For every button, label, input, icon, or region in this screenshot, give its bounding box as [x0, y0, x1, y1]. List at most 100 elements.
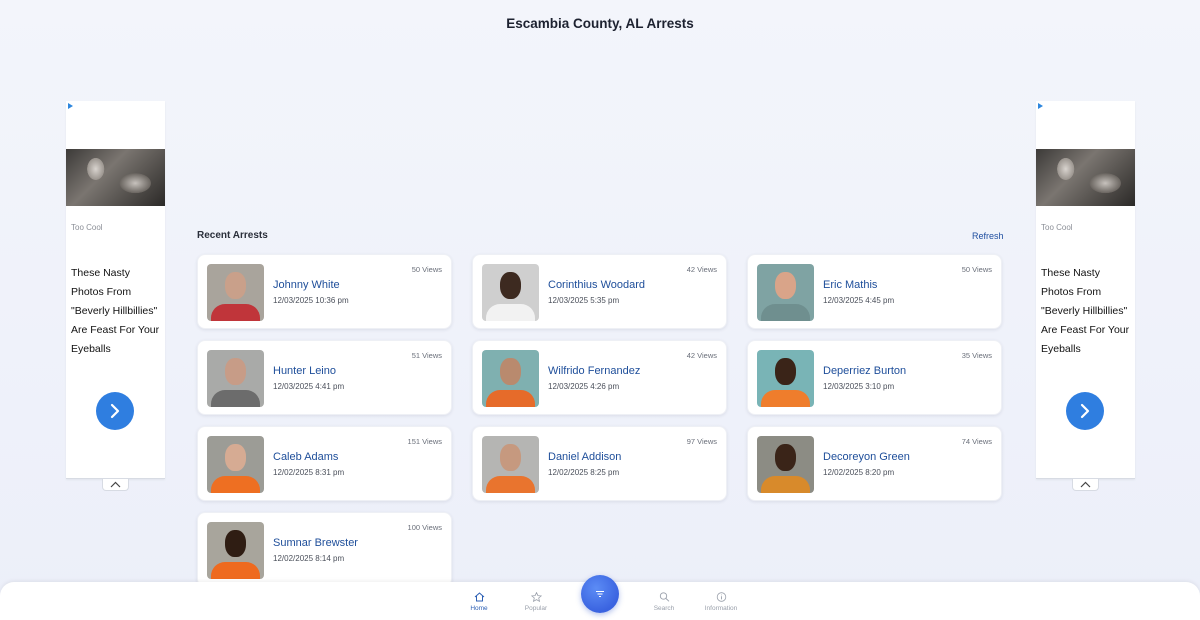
- nav-home[interactable]: Home: [449, 592, 509, 612]
- view-count: 42 Views: [686, 351, 717, 360]
- mugshot-shirt: [211, 390, 260, 407]
- nav-information-label: Information: [704, 605, 738, 612]
- mugshot-shirt: [211, 476, 260, 493]
- mugshot-face: [225, 272, 246, 299]
- arrest-date: 12/03/2025 4:41 pm: [273, 382, 345, 391]
- mugshot-face: [500, 358, 521, 385]
- chevron-right-icon: [1080, 403, 1090, 419]
- search-icon: [659, 592, 669, 602]
- mugshot-face: [225, 358, 246, 385]
- mugshot-photo[interactable]: [482, 436, 539, 493]
- ad-cta-button[interactable]: [1066, 392, 1104, 430]
- arrestee-name[interactable]: Corinthius Woodard: [548, 279, 645, 291]
- arrest-date: 12/03/2025 3:10 pm: [823, 382, 895, 391]
- ad-collapse-button[interactable]: [102, 479, 129, 491]
- mugshot-shirt: [486, 390, 535, 407]
- home-icon: [474, 592, 484, 602]
- arrestee-name[interactable]: Sumnar Brewster: [273, 537, 358, 549]
- arrest-card[interactable]: Sumnar Brewster 12/02/2025 8:14 pm 100 Vie…: [197, 512, 452, 587]
- section-title: Recent Arrests: [197, 230, 268, 241]
- mugshot-face: [775, 272, 796, 299]
- ad-brand: Too Cool: [71, 223, 103, 232]
- chevron-up-icon: [1080, 481, 1091, 488]
- star-icon: [530, 592, 542, 602]
- arrest-card[interactable]: Wilfrido Fernandez 12/03/2025 4:26 pm 42 V…: [472, 340, 727, 415]
- arrest-date: 12/03/2025 4:26 pm: [548, 382, 620, 391]
- mugshot-shirt: [761, 304, 810, 321]
- ad-brand: Too Cool: [1041, 223, 1073, 232]
- mugshot-face: [500, 444, 521, 471]
- nav-search-label: Search: [653, 605, 675, 612]
- mugshot-photo[interactable]: [757, 436, 814, 493]
- arrest-date: 12/02/2025 8:14 pm: [273, 554, 345, 563]
- arrest-date: 12/03/2025 10:36 pm: [273, 296, 349, 305]
- ad-headline[interactable]: These Nasty Photos From "Beverly Hillbil…: [1041, 264, 1133, 359]
- arrestee-name[interactable]: Wilfrido Fernandez: [548, 365, 640, 377]
- mugshot-face: [775, 444, 796, 471]
- view-count: 50 Views: [961, 265, 992, 274]
- view-count: 151 Views: [407, 437, 442, 446]
- arrest-date: 12/02/2025 8:20 pm: [823, 468, 895, 477]
- mugshot-shirt: [486, 304, 535, 321]
- chevron-right-icon: [110, 403, 120, 419]
- view-count: 51 Views: [411, 351, 442, 360]
- nav-popular-label: Popular: [524, 605, 548, 612]
- view-count: 50 Views: [411, 265, 442, 274]
- ad-image[interactable]: [66, 149, 165, 206]
- mugshot-photo[interactable]: [207, 436, 264, 493]
- arrest-date: 12/02/2025 8:25 pm: [548, 468, 620, 477]
- ad-headline[interactable]: These Nasty Photos From "Beverly Hillbil…: [71, 264, 163, 359]
- mugshot-photo[interactable]: [757, 264, 814, 321]
- mugshot-shirt: [486, 476, 535, 493]
- ad-choices-icon[interactable]: [1038, 103, 1043, 109]
- arrest-card[interactable]: Caleb Adams 12/02/2025 8:31 pm 151 Views: [197, 426, 452, 501]
- view-count: 42 Views: [686, 265, 717, 274]
- arrestee-name[interactable]: Deperriez Burton: [823, 365, 906, 377]
- arrestee-name[interactable]: Daniel Addison: [548, 451, 621, 463]
- mugshot-shirt: [761, 390, 810, 407]
- filter-icon: [596, 591, 604, 597]
- mugshot-face: [225, 530, 246, 557]
- arrest-card[interactable]: Decoreyon Green 12/02/2025 8:20 pm 74 View…: [747, 426, 1002, 501]
- ad-cta-button[interactable]: [96, 392, 134, 430]
- ad-choices-icon[interactable]: [68, 103, 73, 109]
- view-count: 97 Views: [686, 437, 717, 446]
- nav-search[interactable]: Search: [634, 592, 694, 612]
- nav-home-label: Home: [470, 605, 488, 612]
- view-count: 74 Views: [961, 437, 992, 446]
- mugshot-photo[interactable]: [207, 350, 264, 407]
- arrest-date: 12/03/2025 5:35 pm: [548, 296, 620, 305]
- view-count: 35 Views: [961, 351, 992, 360]
- mugshot-photo[interactable]: [482, 350, 539, 407]
- arrest-card[interactable]: Daniel Addison 12/02/2025 8:25 pm 97 Views: [472, 426, 727, 501]
- info-icon: [716, 592, 726, 602]
- arrest-card[interactable]: Johnny White 12/03/2025 10:36 pm 50 Views: [197, 254, 452, 329]
- mugshot-shirt: [211, 562, 260, 579]
- arrest-card[interactable]: Eric Mathis 12/03/2025 4:45 pm 50 Views: [747, 254, 1002, 329]
- page-title: Escambia County, AL Arrests: [506, 16, 694, 31]
- nav-popular[interactable]: Popular: [506, 592, 566, 612]
- ad-image[interactable]: [1036, 149, 1135, 206]
- view-count: 100 Views: [407, 523, 442, 532]
- mugshot-photo[interactable]: [757, 350, 814, 407]
- filter-fab-button[interactable]: [581, 575, 619, 613]
- mugshot-face: [500, 272, 521, 299]
- arrestee-name[interactable]: Johnny White: [273, 279, 340, 291]
- arrest-card[interactable]: Corinthius Woodard 12/03/2025 5:35 pm 42 V…: [472, 254, 727, 329]
- mugshot-photo[interactable]: [207, 264, 264, 321]
- nav-information[interactable]: Information: [691, 592, 751, 612]
- arrestee-name[interactable]: Eric Mathis: [823, 279, 877, 291]
- arrestee-name[interactable]: Hunter Leino: [273, 365, 336, 377]
- ad-collapse-button[interactable]: [1072, 479, 1099, 491]
- refresh-link[interactable]: Refresh: [972, 231, 1004, 241]
- mugshot-photo[interactable]: [207, 522, 264, 579]
- arrestee-name[interactable]: Caleb Adams: [273, 451, 338, 463]
- mugshot-photo[interactable]: [482, 264, 539, 321]
- side-ad-left[interactable]: Too Cool These Nasty Photos From "Beverl…: [66, 101, 165, 479]
- arrest-date: 12/03/2025 4:45 pm: [823, 296, 895, 305]
- mugshot-face: [225, 444, 246, 471]
- arrest-card[interactable]: Hunter Leino 12/03/2025 4:41 pm 51 Views: [197, 340, 452, 415]
- arrest-card[interactable]: Deperriez Burton 12/03/2025 3:10 pm 35 Vie…: [747, 340, 1002, 415]
- side-ad-right[interactable]: Too Cool These Nasty Photos From "Beverl…: [1036, 101, 1135, 479]
- arrestee-name[interactable]: Decoreyon Green: [823, 451, 910, 463]
